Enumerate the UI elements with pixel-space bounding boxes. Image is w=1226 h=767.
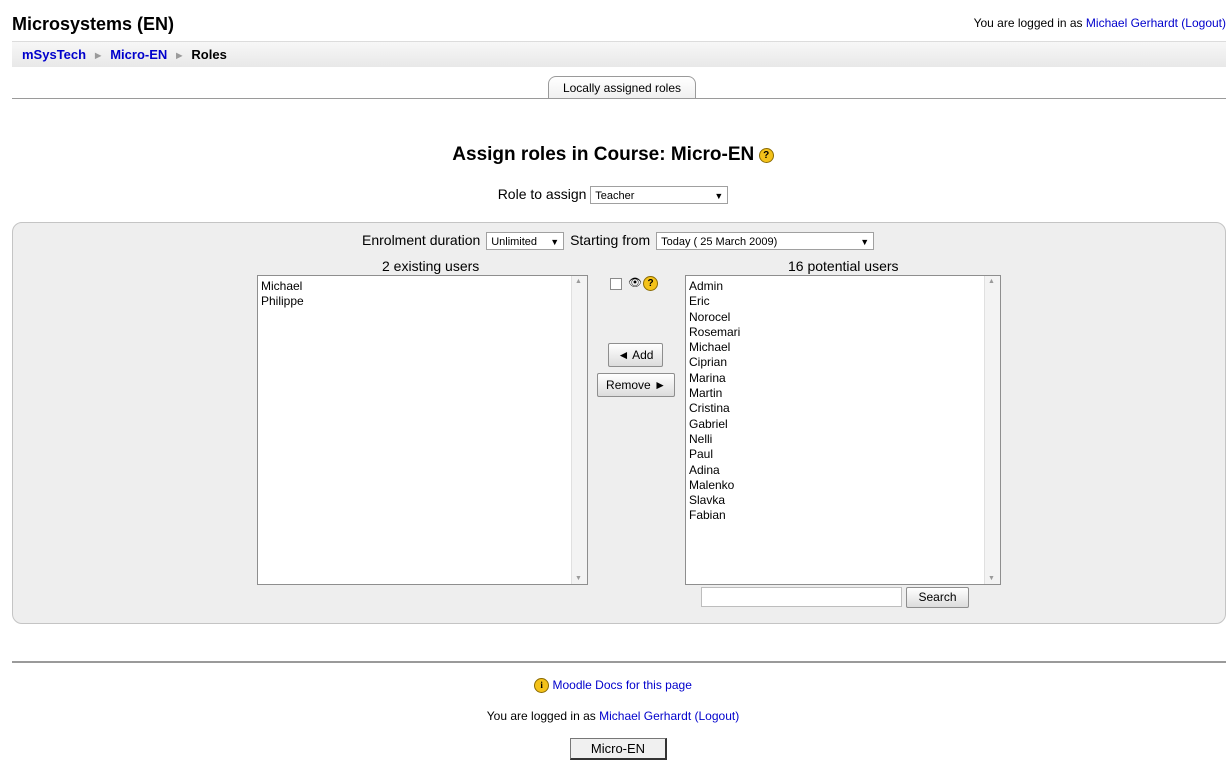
enrolment-duration-select[interactable]: Unlimited ▼ [486, 232, 565, 251]
role-label: Role to assign [497, 186, 587, 202]
add-button[interactable]: ◄ Add [608, 343, 663, 367]
enrolment-duration-label: Enrolment duration [362, 232, 481, 248]
logout-link[interactable]: (Logout) [695, 709, 740, 723]
starting-from-label: Starting from [570, 232, 651, 248]
enrolment-row: Enrolment duration Unlimited ▼ Starting … [362, 232, 876, 251]
list-item[interactable]: Rosemari [689, 325, 740, 340]
starting-from-value: Today ( 25 March 2009) [661, 236, 778, 249]
info-icon: i [534, 678, 550, 694]
role-select[interactable]: Teacher ▼ [590, 186, 729, 205]
scroll-up-icon[interactable]: ▲ [988, 278, 995, 285]
scroll-down-icon[interactable]: ▼ [575, 575, 582, 582]
course-home-button[interactable]: Micro-EN [570, 738, 667, 760]
user-profile-link[interactable]: Michael Gerhardt [599, 709, 691, 723]
navbar: mSysTech ► Micro-EN ► Roles [12, 41, 1226, 67]
list-item[interactable]: Nelli [689, 432, 740, 447]
list-item[interactable]: Eric [689, 294, 740, 309]
breadcrumb-separator: ► [173, 50, 185, 62]
breadcrumb-item-course[interactable]: Micro-EN [110, 47, 167, 62]
list-item[interactable]: Fabian [689, 508, 740, 523]
breadcrumb-separator: ► [92, 50, 104, 62]
existing-users-label: 2 existing users [382, 258, 480, 274]
potential-users-items: Admin Eric Norocel Rosemari Michael Cipr… [689, 279, 740, 524]
list-item[interactable]: Philippe [261, 294, 304, 309]
help-icon[interactable]: ? [758, 148, 774, 164]
eye-icon: 👁 [628, 277, 642, 289]
list-item[interactable]: Michael [261, 279, 304, 294]
potential-users-list[interactable]: Admin Eric Norocel Rosemari Michael Cipr… [685, 275, 1001, 585]
role-to-assign-row: Role to assign Teacher ▼ [0, 186, 1226, 205]
existing-users-list[interactable]: Michael Philippe ▲ ▼ [257, 275, 588, 585]
existing-users-items: Michael Philippe [261, 279, 304, 310]
chevron-down-icon: ▼ [550, 237, 560, 248]
breadcrumb-item-site[interactable]: mSysTech [22, 47, 86, 62]
list-item[interactable]: Admin [689, 279, 740, 294]
search-input[interactable] [701, 587, 902, 607]
list-item[interactable]: Martin [689, 386, 740, 401]
scroll-down-icon[interactable]: ▼ [988, 575, 995, 582]
list-item[interactable]: Malenko [689, 478, 740, 493]
site-title: Microsystems (EN) [12, 14, 175, 34]
list-item[interactable]: Norocel [689, 310, 740, 325]
remove-button[interactable]: Remove ► [597, 373, 675, 397]
breadcrumb-item-current: Roles [191, 47, 227, 62]
page-heading-row: Assign roles in Course: Micro-EN ? [0, 144, 1226, 166]
chevron-down-icon: ▼ [860, 237, 870, 248]
page-title: Assign roles in Course: Micro-EN [452, 144, 755, 165]
role-select-value: Teacher [595, 190, 635, 203]
breadcrumb: mSysTech ► Micro-EN ► Roles [22, 47, 227, 62]
login-prefix: You are logged in as [486, 709, 596, 723]
list-item[interactable]: Gabriel [689, 417, 740, 432]
login-prefix: You are logged in as [973, 16, 1083, 30]
list-item[interactable]: Slavka [689, 493, 740, 508]
logout-link[interactable]: (Logout) [1181, 16, 1226, 30]
list-item[interactable]: Cristina [689, 401, 740, 416]
scrollbar[interactable]: ▲ ▼ [984, 276, 1000, 584]
tab-locally-assigned-roles[interactable]: Locally assigned roles [548, 76, 696, 98]
list-item[interactable]: Adina [689, 463, 740, 478]
user-profile-link[interactable]: Michael Gerhardt [1086, 16, 1178, 30]
potential-users-label: 16 potential users [788, 258, 899, 274]
footer-divider [12, 661, 1226, 663]
list-item[interactable]: Michael [689, 340, 740, 355]
starting-from-select[interactable]: Today ( 25 March 2009) ▼ [656, 232, 875, 251]
show-details-checkbox[interactable] [610, 278, 622, 290]
search-button[interactable]: Search [906, 587, 969, 608]
list-item[interactable]: Marina [689, 371, 740, 386]
help-icon[interactable]: ? [643, 276, 658, 291]
scrollbar[interactable]: ▲ ▼ [571, 276, 587, 584]
login-info-bottom: You are logged in as Michael Gerhardt (L… [0, 709, 1226, 723]
scroll-up-icon[interactable]: ▲ [575, 278, 582, 285]
list-item[interactable]: Ciprian [689, 355, 740, 370]
assign-panel: Enrolment duration Unlimited ▼ Starting … [12, 222, 1226, 624]
login-info-top: You are logged in as Michael Gerhardt (L… [974, 16, 1226, 30]
docs-row: i Moodle Docs for this page [0, 678, 1226, 694]
list-item[interactable]: Paul [689, 447, 740, 462]
chevron-down-icon: ▼ [714, 191, 724, 202]
enrolment-duration-value: Unlimited [491, 236, 538, 249]
moodle-docs-link[interactable]: Moodle Docs for this page [552, 678, 691, 692]
